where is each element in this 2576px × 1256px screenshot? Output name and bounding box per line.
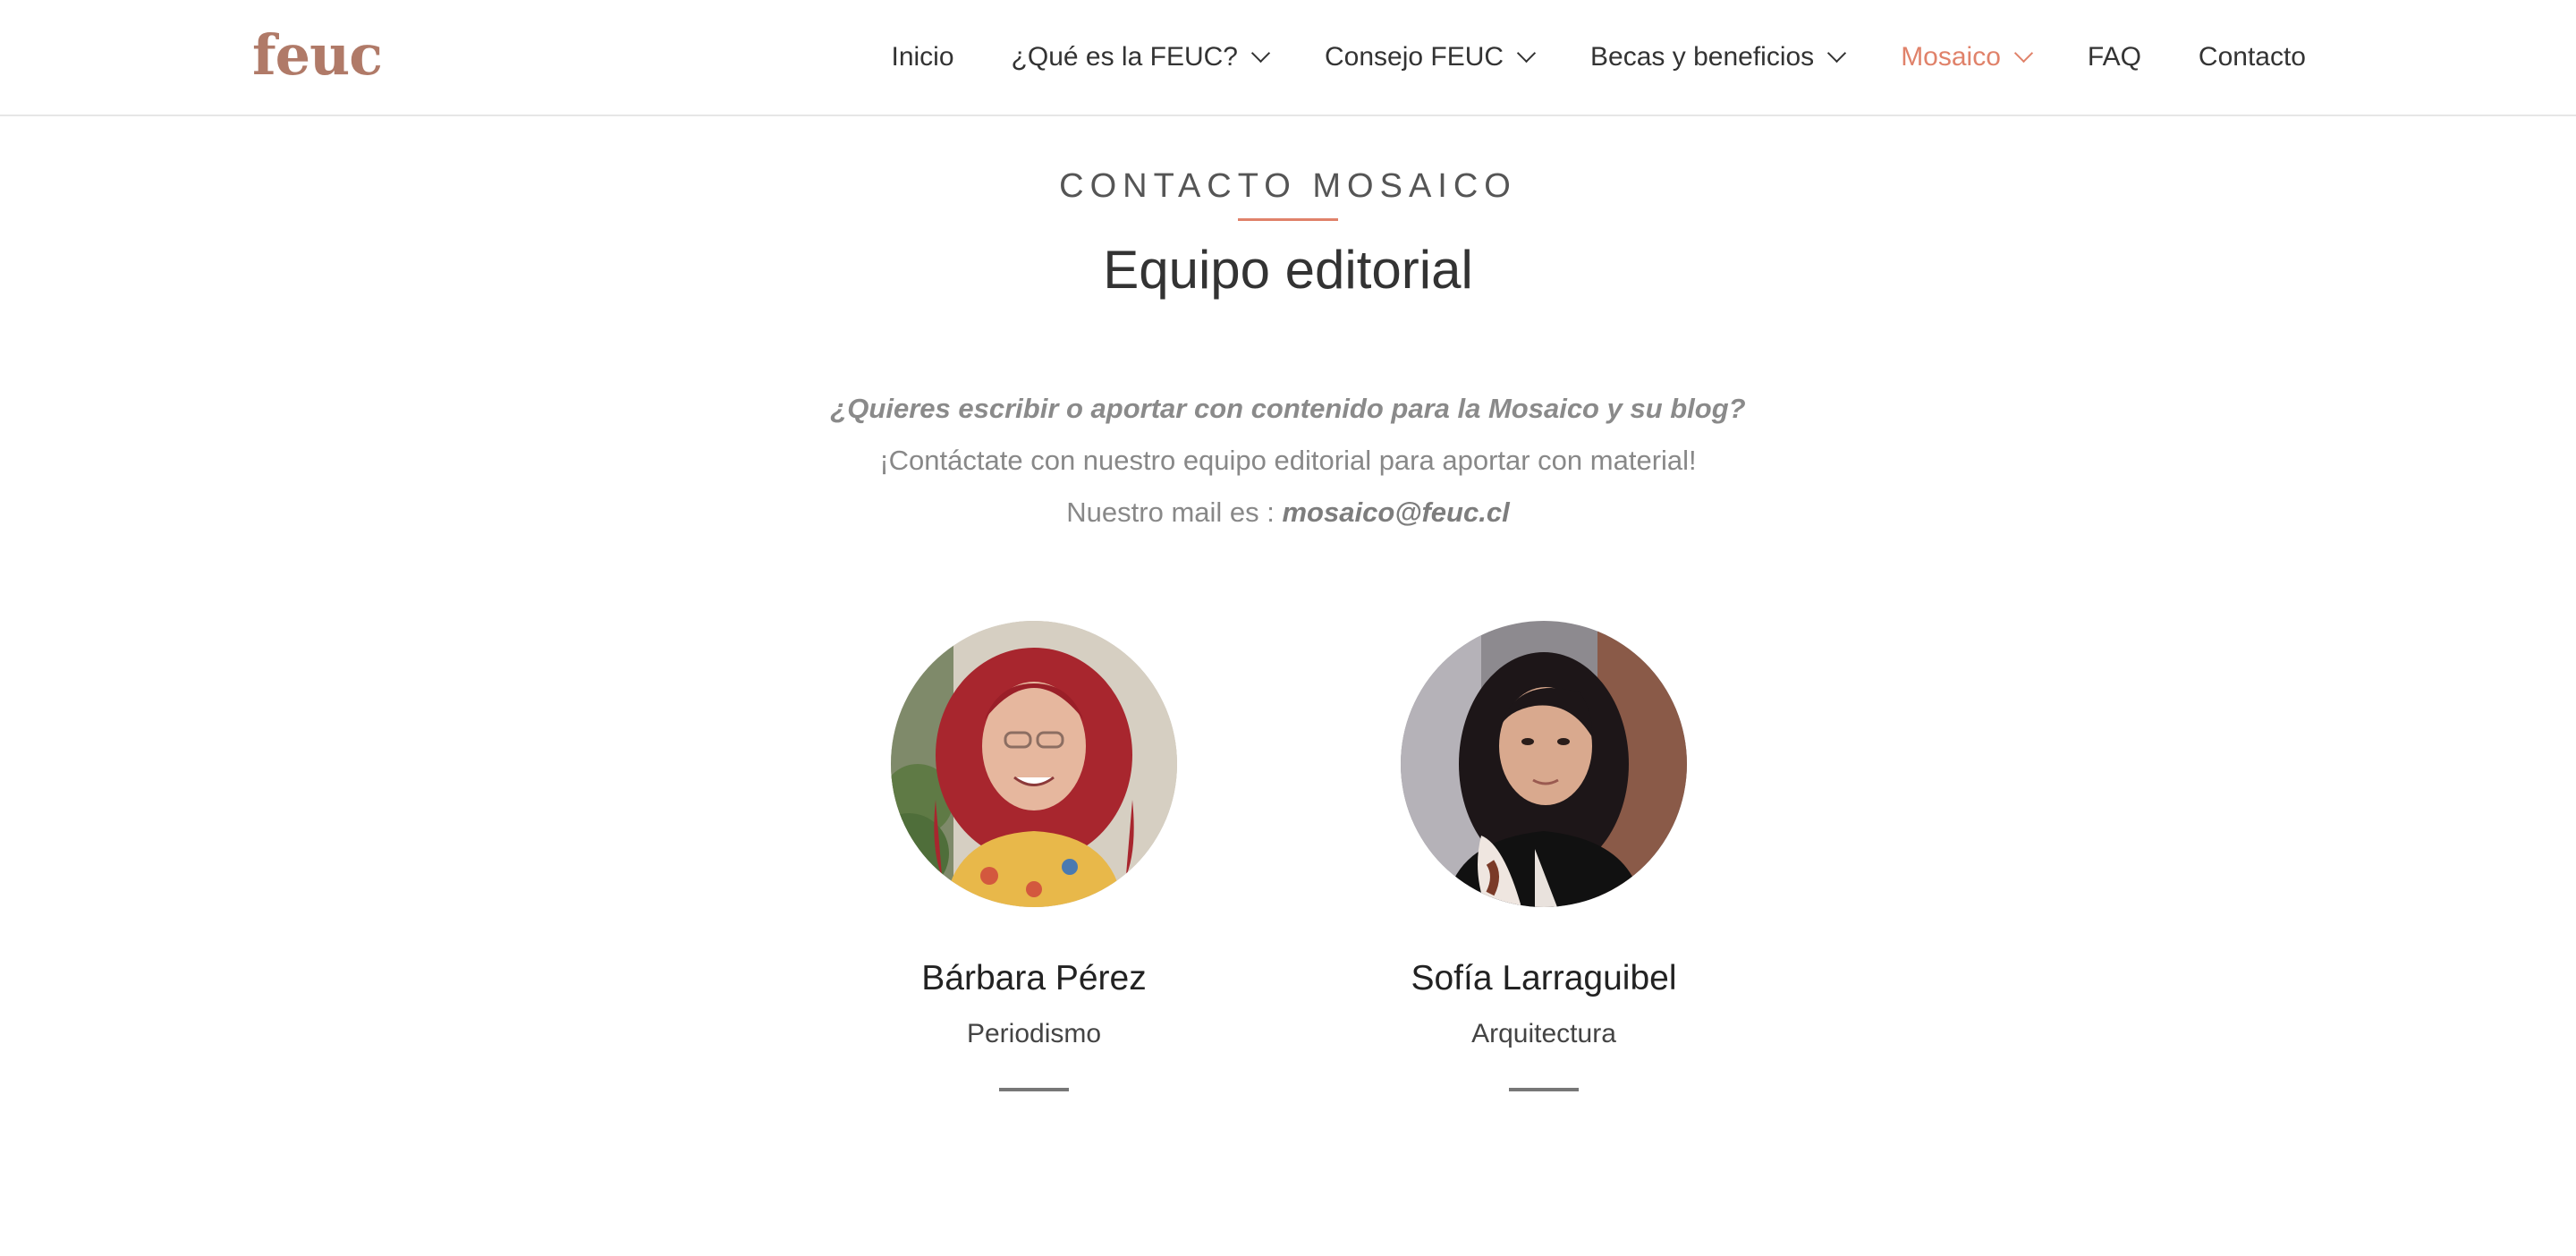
avatar-photo-sofia xyxy=(1401,621,1687,907)
nav-label: Inicio xyxy=(891,42,954,72)
nav-item-becas-y-beneficios[interactable]: Becas y beneficios xyxy=(1590,42,1847,72)
intro-contact-line: ¡Contáctate con nuestro equipo editorial… xyxy=(879,445,1697,476)
page-title: Equipo editorial xyxy=(1103,240,1473,300)
nav-item-mosaico[interactable]: Mosaico xyxy=(1901,42,2034,72)
member-name: Sofía Larraguibel xyxy=(1411,959,1677,997)
nav-label: Contacto xyxy=(2198,42,2306,72)
avatar-photo-barbara xyxy=(891,621,1177,907)
member-name: Bárbara Pérez xyxy=(921,959,1147,997)
nav-item-faq[interactable]: FAQ xyxy=(2088,42,2141,72)
avatar xyxy=(891,621,1177,907)
nav-label: ¿Qué es la FEUC? xyxy=(1011,42,1238,72)
nav-item-contacto[interactable]: Contacto xyxy=(2199,42,2306,72)
avatar xyxy=(1401,621,1687,907)
chevron-down-icon xyxy=(2013,43,2034,63)
intro-question: ¿Quieres escribir o aportar con contenid… xyxy=(830,393,1746,424)
team-member-card: Sofía Larraguibel Arquitectura xyxy=(1401,621,1687,1091)
site-header: feuc Inicio ¿Qué es la FEUC? Consejo FEU… xyxy=(0,0,2576,116)
feuc-logo[interactable]: feuc xyxy=(252,20,383,91)
member-career: Periodismo xyxy=(966,1019,1102,1048)
main-nav: Inicio ¿Qué es la FEUC? Consejo FEUC Bec… xyxy=(892,0,2307,115)
member-career: Arquitectura xyxy=(1471,1019,1616,1048)
card-divider xyxy=(999,1088,1069,1091)
nav-label: Mosaico xyxy=(1901,42,2001,72)
mail-prefix: Nuestro mail es : xyxy=(1066,496,1283,528)
nav-label: Becas y beneficios xyxy=(1590,42,1815,72)
nav-item-que-es-la-feuc[interactable]: ¿Qué es la FEUC? xyxy=(1011,42,1271,72)
section-kicker: CONTACTO MOSAICO xyxy=(1059,167,1517,205)
nav-label: Consejo FEUC xyxy=(1324,42,1504,72)
nav-item-inicio[interactable]: Inicio xyxy=(892,42,954,72)
card-divider xyxy=(1509,1088,1579,1091)
kicker-underline xyxy=(1238,218,1338,221)
intro-mail-line: Nuestro mail es : mosaico@feuc.cl xyxy=(0,495,2576,530)
chevron-down-icon xyxy=(1516,43,1537,63)
chevron-down-icon xyxy=(1250,43,1271,63)
team-member-card: Bárbara Pérez Periodismo xyxy=(891,621,1177,1091)
nav-label: FAQ xyxy=(2087,42,2141,72)
chevron-down-icon xyxy=(1827,43,1847,63)
nav-item-consejo-feuc[interactable]: Consejo FEUC xyxy=(1324,42,1537,72)
mail-link[interactable]: mosaico@feuc.cl xyxy=(1282,496,1509,528)
